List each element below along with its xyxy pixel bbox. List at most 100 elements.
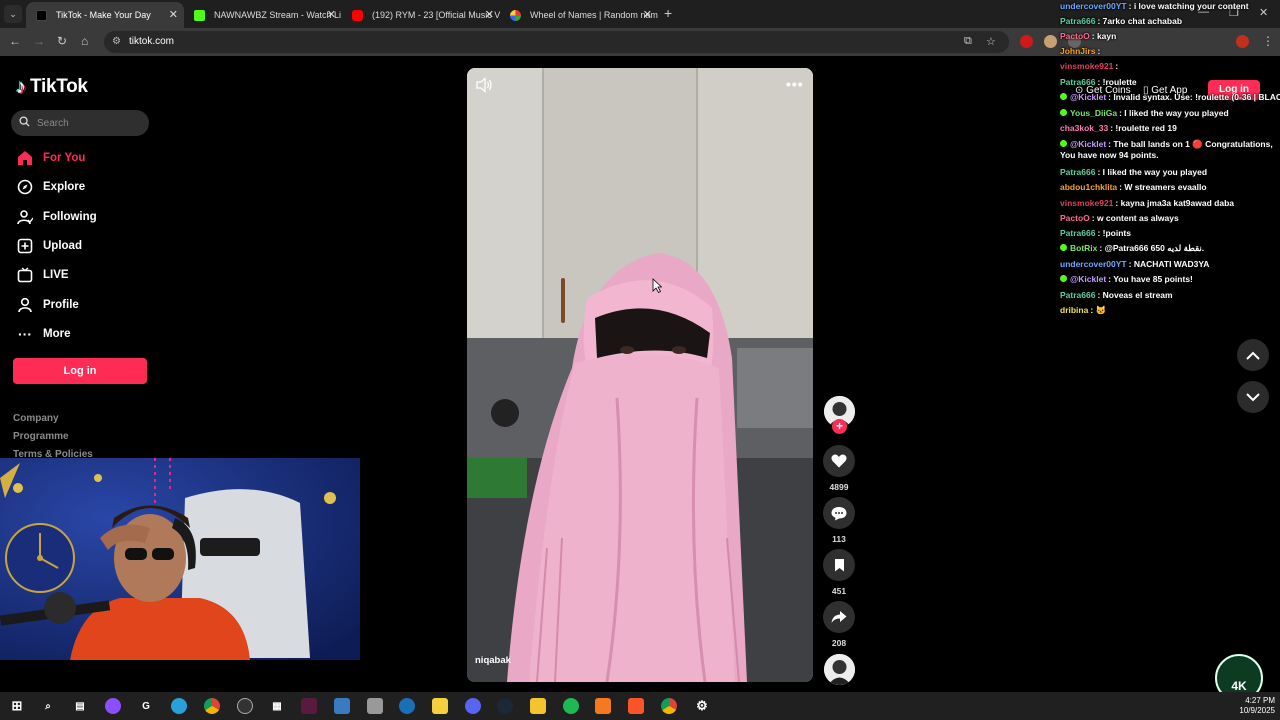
chat-username[interactable]: @Kicklet — [1070, 139, 1106, 149]
steam-client-icon[interactable] — [497, 698, 513, 714]
chat-username[interactable]: Patra666 — [1060, 77, 1095, 87]
site-info-icon[interactable]: ⚙ — [112, 36, 121, 47]
install-app-icon[interactable]: ⧉ — [964, 35, 972, 48]
save-button[interactable] — [823, 549, 855, 581]
app-icon[interactable] — [367, 698, 383, 714]
footer-link-company[interactable]: Company — [13, 413, 59, 424]
nav-live[interactable]: LIVE — [16, 264, 69, 286]
chat-username[interactable]: Patra666 — [1060, 16, 1095, 26]
video-author[interactable]: niqabak — [475, 655, 511, 666]
tab-wheel-of-names[interactable]: Wheel of Names | Random nam ✕ — [500, 2, 658, 28]
video-player[interactable] — [467, 68, 813, 682]
chat-username[interactable]: undercover00YT — [1060, 259, 1127, 269]
address-bar[interactable]: ⚙ tiktok.com ⧉ ☆ — [104, 31, 1009, 53]
nav-label: For You — [43, 152, 86, 164]
app-icon[interactable]: G — [138, 698, 154, 714]
folder-icon[interactable] — [432, 698, 448, 714]
music-disc-avatar[interactable] — [824, 654, 855, 685]
chat-username[interactable]: undercover00YT — [1060, 1, 1127, 11]
app-icon[interactable] — [334, 698, 350, 714]
follow-plus-icon[interactable]: + — [832, 419, 847, 434]
new-tab-icon[interactable]: + — [664, 5, 672, 21]
app-icon[interactable] — [171, 698, 187, 714]
chat-username[interactable]: BotRix — [1070, 243, 1097, 253]
chat-username[interactable]: PactoO — [1060, 31, 1090, 41]
extension-icon[interactable] — [1044, 35, 1057, 48]
app-icon[interactable] — [105, 698, 121, 714]
close-window-icon[interactable]: ✕ — [1259, 6, 1268, 19]
nav-explore[interactable]: Explore — [16, 176, 85, 198]
chat-username[interactable]: PactoO — [1060, 213, 1090, 223]
share-count: 208 — [831, 638, 847, 648]
reload-icon[interactable]: ↻ — [57, 34, 67, 48]
tab-nawnawbz[interactable]: NAWNAWBZ Stream - Watch Li ✕ — [184, 2, 342, 28]
app-icon[interactable] — [301, 698, 317, 714]
close-tab-icon[interactable]: ✕ — [169, 8, 178, 21]
home-browser-icon[interactable]: ⌂ — [81, 34, 88, 48]
chat-username[interactable]: JohnJirs — [1060, 46, 1095, 56]
close-tab-icon[interactable]: ✕ — [485, 8, 494, 21]
file-explorer-icon[interactable] — [530, 698, 546, 714]
volume-icon[interactable] — [475, 77, 493, 93]
tab-tiktok[interactable]: TikTok - Make Your Day ✕ — [26, 2, 184, 28]
tab-youtube[interactable]: (192) RYM - 23 [Official Music V ✕ — [342, 2, 500, 28]
extension-icon[interactable] — [1020, 35, 1033, 48]
chat-username[interactable]: Yous_DiiGa — [1070, 108, 1117, 118]
nav-upload[interactable]: Upload — [16, 235, 82, 257]
app-icon[interactable]: ▦ — [269, 698, 285, 714]
chat-username[interactable]: @Kicklet — [1070, 274, 1106, 284]
youtube-icon — [352, 10, 363, 21]
chat-message: @Kicklet: The ball lands on 1 🔴 Congratu… — [1060, 139, 1280, 160]
close-tab-icon[interactable]: ✕ — [327, 8, 336, 21]
chat-text: : — [1115, 61, 1119, 71]
like-button[interactable] — [823, 445, 855, 477]
chat-username[interactable]: dribina — [1060, 305, 1088, 315]
comment-button[interactable] — [823, 497, 855, 529]
previous-video-button[interactable] — [1237, 339, 1269, 371]
nav-more[interactable]: ··· More — [16, 323, 70, 345]
chat-username[interactable]: abdou1chklita — [1060, 182, 1117, 192]
steam-icon[interactable] — [399, 698, 415, 714]
chat-username[interactable]: @Kicklet — [1070, 92, 1106, 102]
video-more-options-icon[interactable]: ••• — [786, 76, 804, 92]
nav-profile[interactable]: Profile — [16, 294, 79, 316]
taskbar-clock[interactable]: 4:27 PM 10/9/2025 — [1235, 696, 1275, 716]
chat-username[interactable]: Patra666 — [1060, 167, 1095, 177]
chat-username[interactable]: cha3kok_33 — [1060, 123, 1108, 133]
app-icon[interactable] — [595, 698, 611, 714]
home-icon — [16, 149, 34, 167]
brave-icon[interactable] — [628, 698, 644, 714]
chat-username[interactable]: vinsmoke921 — [1060, 198, 1113, 208]
back-icon[interactable]: ← — [9, 34, 21, 48]
bookmark-star-icon[interactable]: ☆ — [986, 35, 996, 48]
chat-badge-icon — [1060, 109, 1067, 116]
tab-search-icon[interactable]: ⌄ — [4, 5, 22, 23]
music-disc-icon — [824, 654, 855, 685]
browser-menu-icon[interactable]: ⋮ — [1262, 34, 1274, 48]
forward-icon[interactable]: → — [33, 34, 45, 48]
chat-message: vinsmoke921: — [1060, 61, 1118, 72]
chrome-icon[interactable] — [661, 698, 677, 714]
nav-for-you[interactable]: For You — [16, 147, 85, 169]
discord-icon[interactable] — [465, 698, 481, 714]
footer-link-programme[interactable]: Programme — [13, 431, 69, 442]
next-video-button[interactable] — [1237, 381, 1269, 413]
search-taskbar-icon[interactable]: ⌕ — [40, 698, 56, 714]
chat-text: : !points — [1097, 228, 1131, 238]
windows-start-icon[interactable]: ⊞ — [9, 698, 25, 714]
chat-username[interactable]: Patra666 — [1060, 228, 1095, 238]
app-icon[interactable] — [237, 698, 253, 714]
tiktok-logo[interactable]: ♪ TikTok — [16, 74, 88, 100]
chrome-icon[interactable] — [204, 698, 220, 714]
spotify-icon[interactable] — [563, 698, 579, 714]
search-input[interactable]: Search — [11, 110, 149, 136]
close-tab-icon[interactable]: ✕ — [643, 8, 652, 21]
chat-username[interactable]: Patra666 — [1060, 290, 1095, 300]
chat-username[interactable]: vinsmoke921 — [1060, 61, 1113, 71]
settings-gear-icon[interactable]: ⚙ — [694, 698, 710, 714]
task-view-icon[interactable]: ▤ — [72, 698, 88, 714]
profile-avatar-icon[interactable] — [1236, 35, 1249, 48]
login-button[interactable]: Log in — [13, 358, 147, 384]
nav-following[interactable]: Following — [16, 206, 97, 228]
share-button[interactable] — [823, 601, 855, 633]
